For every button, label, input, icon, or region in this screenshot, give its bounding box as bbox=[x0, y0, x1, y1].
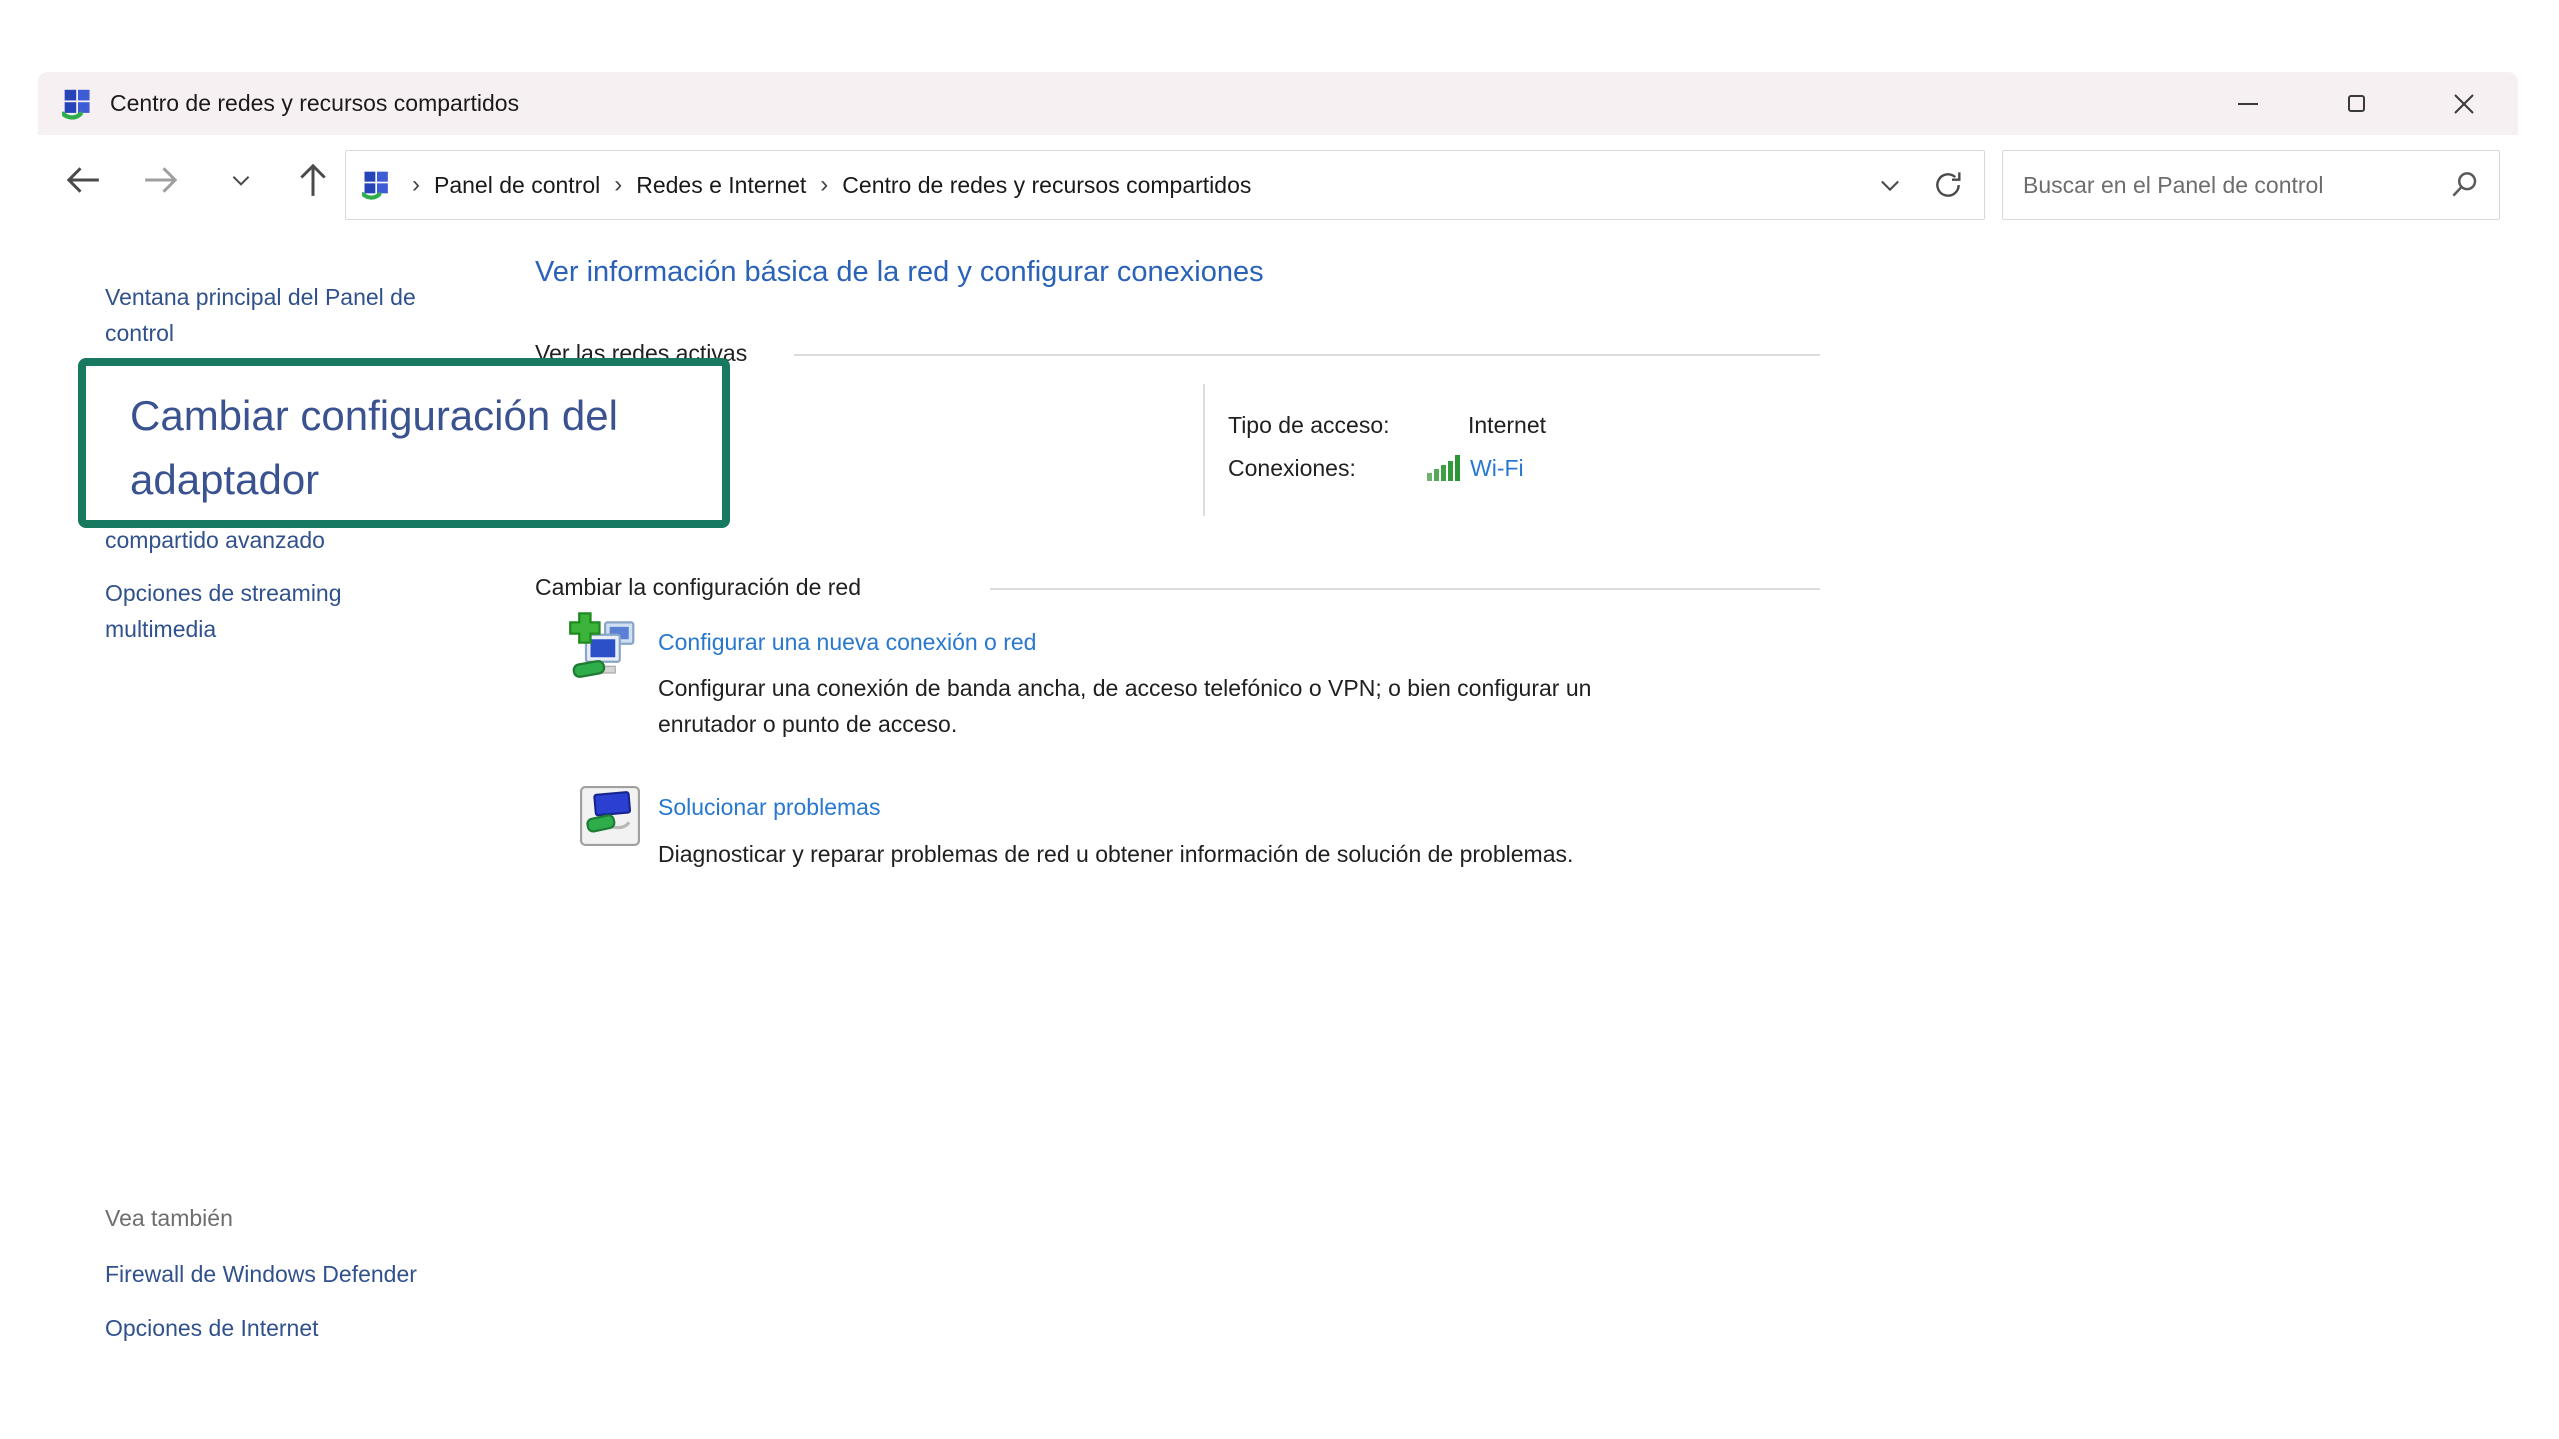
up-button[interactable] bbox=[290, 157, 336, 203]
breadcrumb-network-sharing-center[interactable]: Centro de redes y recursos compartidos bbox=[842, 172, 1251, 199]
breadcrumb-control-panel[interactable]: Panel de control bbox=[434, 172, 600, 199]
section-divider bbox=[990, 588, 1820, 590]
adapter-settings-highlight-box[interactable]: Cambiar configuración del adaptador bbox=[78, 358, 730, 528]
setup-new-connection-link[interactable]: Configurar una nueva conexión o red bbox=[658, 629, 1036, 656]
maximize-button[interactable] bbox=[2328, 81, 2384, 127]
see-also-header: Vea también bbox=[105, 1205, 233, 1232]
refresh-icon[interactable] bbox=[1932, 169, 1964, 201]
address-dropdown-icon[interactable] bbox=[1876, 171, 1904, 199]
close-button[interactable] bbox=[2436, 81, 2492, 127]
page-title: Ver información básica de la red y confi… bbox=[535, 256, 1264, 289]
access-type-value: Internet bbox=[1468, 412, 1546, 439]
network-app-icon bbox=[62, 88, 94, 120]
search-input[interactable] bbox=[2023, 172, 2449, 199]
close-icon bbox=[2453, 93, 2475, 115]
forward-arrow-icon bbox=[141, 160, 181, 200]
access-type-label: Tipo de acceso: bbox=[1228, 412, 1390, 439]
sidebar-item-windows-defender-firewall[interactable]: Firewall de Windows Defender bbox=[105, 1256, 417, 1292]
back-button[interactable] bbox=[60, 157, 106, 203]
maximize-icon bbox=[2348, 95, 2365, 112]
breadcrumb-separator: › bbox=[614, 171, 622, 199]
back-arrow-icon bbox=[63, 160, 103, 200]
network-sharing-center-window: Centro de redes y recursos compartidos bbox=[38, 72, 2518, 1439]
wifi-signal-icon bbox=[1426, 454, 1464, 482]
breadcrumb-networks-internet[interactable]: Redes e Internet bbox=[636, 172, 806, 199]
recent-pages-button[interactable] bbox=[218, 157, 264, 203]
window-title: Centro de redes y recursos compartidos bbox=[110, 90, 519, 117]
sidebar-item-control-panel-home[interactable]: Ventana principal del Panel de control bbox=[105, 279, 435, 351]
minimize-icon bbox=[2238, 103, 2258, 105]
troubleshoot-problems-link[interactable]: Solucionar problemas bbox=[658, 794, 880, 821]
chevron-down-icon bbox=[228, 167, 254, 193]
search-icon[interactable] bbox=[2449, 170, 2479, 200]
wifi-link[interactable]: Wi-Fi bbox=[1470, 455, 1524, 482]
sidebar-item-change-adapter-settings[interactable]: Cambiar configuración del adaptador bbox=[86, 366, 722, 512]
breadcrumb-network-icon bbox=[362, 170, 392, 200]
connections-label: Conexiones: bbox=[1228, 455, 1356, 482]
title-bar: Centro de redes y recursos compartidos bbox=[38, 72, 2518, 135]
troubleshoot-problems-description: Diagnosticar y reparar problemas de red … bbox=[658, 836, 1858, 872]
sidebar-item-media-streaming-options[interactable]: Opciones de streaming multimedia bbox=[105, 575, 360, 647]
breadcrumb-separator: › bbox=[820, 171, 828, 199]
navigation-bar: › Panel de control › Redes e Internet › … bbox=[38, 135, 2518, 225]
sidebar-item-internet-options[interactable]: Opciones de Internet bbox=[105, 1310, 319, 1346]
troubleshoot-icon[interactable] bbox=[580, 786, 640, 846]
new-connection-icon[interactable] bbox=[568, 610, 640, 682]
address-bar[interactable]: › Panel de control › Redes e Internet › … bbox=[345, 150, 1985, 220]
setup-new-connection-description: Configurar una conexión de banda ancha, … bbox=[658, 670, 1678, 742]
section-divider bbox=[794, 354, 1820, 356]
active-network-divider bbox=[1203, 384, 1205, 516]
window-controls bbox=[2220, 81, 2492, 127]
forward-button[interactable] bbox=[138, 157, 184, 203]
minimize-button[interactable] bbox=[2220, 81, 2276, 127]
up-arrow-icon bbox=[293, 160, 333, 200]
search-box[interactable] bbox=[2002, 150, 2500, 220]
breadcrumb-separator: › bbox=[412, 171, 420, 199]
change-network-settings-section-label: Cambiar la configuración de red bbox=[535, 574, 861, 601]
